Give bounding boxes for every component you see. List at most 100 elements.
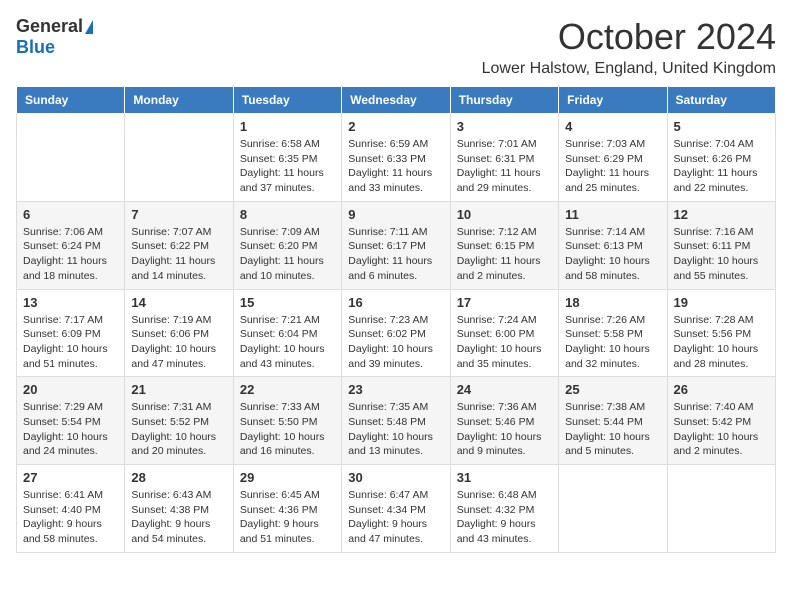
calendar-cell: 22 Sunrise: 7:33 AM Sunset: 5:50 PM Dayli… — [233, 377, 341, 465]
location-subtitle: Lower Halstow, England, United Kingdom — [482, 60, 776, 78]
day-content: Sunrise: 6:43 AM Sunset: 4:38 PM Dayligh… — [131, 488, 226, 547]
calendar-cell: 4Sunrise: 7:03 AM Sunset: 6:29 PM Daylig… — [559, 114, 667, 202]
day-content: Sunrise: 7:28 AM Sunset: 5:56 PM Dayligh… — [674, 313, 769, 372]
calendar-cell: 5 Sunrise: 7:04 AM Sunset: 6:26 PM Daylig… — [667, 114, 775, 202]
header-row: Sunday Monday Tuesday Wednesday Thursday… — [17, 87, 776, 114]
calendar-cell: 1Sunrise: 6:58 AM Sunset: 6:35 PM Daylig… — [233, 114, 341, 202]
day-number: 9 — [348, 207, 443, 222]
day-content: Sunrise: 6:45 AM Sunset: 4:36 PM Dayligh… — [240, 488, 335, 547]
calendar-cell: 31Sunrise: 6:48 AM Sunset: 4:32 PM Dayli… — [450, 465, 558, 553]
logo-general-text: General — [16, 16, 83, 37]
day-content: Sunrise: 7:35 AM Sunset: 5:48 PM Dayligh… — [348, 400, 443, 459]
day-number: 13 — [23, 295, 118, 310]
day-number: 23 — [348, 382, 443, 397]
calendar-cell: 9 Sunrise: 7:11 AM Sunset: 6:17 PM Daylig… — [342, 201, 450, 289]
month-title: October 2024 — [482, 16, 776, 58]
day-number: 21 — [131, 382, 226, 397]
day-content: Sunrise: 6:58 AM Sunset: 6:35 PM Dayligh… — [240, 137, 335, 196]
page-header: General Blue October 2024 Lower Halstow,… — [16, 16, 776, 78]
day-number: 27 — [23, 470, 118, 485]
calendar-week-row: 6 Sunrise: 7:06 AM Sunset: 6:24 PM Daylig… — [17, 201, 776, 289]
calendar-week-row: 27 Sunrise: 6:41 AM Sunset: 4:40 PM Dayli… — [17, 465, 776, 553]
day-number: 20 — [23, 382, 118, 397]
day-number: 12 — [674, 207, 769, 222]
day-content: Sunrise: 7:40 AM Sunset: 5:42 PM Dayligh… — [674, 400, 769, 459]
day-content: Sunrise: 7:11 AM Sunset: 6:17 PM Dayligh… — [348, 225, 443, 284]
day-content: Sunrise: 7:24 AM Sunset: 6:00 PM Dayligh… — [457, 313, 552, 372]
calendar-cell: 10 Sunrise: 7:12 AM Sunset: 6:15 PM Dayli… — [450, 201, 558, 289]
day-content: Sunrise: 6:47 AM Sunset: 4:34 PM Dayligh… — [348, 488, 443, 547]
day-content: Sunrise: 6:48 AM Sunset: 4:32 PM Dayligh… — [457, 488, 552, 547]
calendar-cell — [667, 465, 775, 553]
calendar-cell: 18 Sunrise: 7:26 AM Sunset: 5:58 PM Dayli… — [559, 289, 667, 377]
calendar-week-row: 20Sunrise: 7:29 AM Sunset: 5:54 PM Dayli… — [17, 377, 776, 465]
day-number: 22 — [240, 382, 335, 397]
calendar-table: Sunday Monday Tuesday Wednesday Thursday… — [16, 86, 776, 553]
header-friday: Friday — [559, 87, 667, 114]
day-content: Sunrise: 6:41 AM Sunset: 4:40 PM Dayligh… — [23, 488, 118, 547]
day-number: 28 — [131, 470, 226, 485]
day-number: 16 — [348, 295, 443, 310]
calendar-cell — [17, 114, 125, 202]
day-number: 18 — [565, 295, 660, 310]
day-content: Sunrise: 7:14 AM Sunset: 6:13 PM Dayligh… — [565, 225, 660, 284]
day-content: Sunrise: 7:06 AM Sunset: 6:24 PM Dayligh… — [23, 225, 118, 284]
day-content: Sunrise: 7:12 AM Sunset: 6:15 PM Dayligh… — [457, 225, 552, 284]
calendar-cell: 25 Sunrise: 7:38 AM Sunset: 5:44 PM Dayli… — [559, 377, 667, 465]
header-monday: Monday — [125, 87, 233, 114]
calendar-cell: 7 Sunrise: 7:07 AM Sunset: 6:22 PM Daylig… — [125, 201, 233, 289]
day-content: Sunrise: 7:31 AM Sunset: 5:52 PM Dayligh… — [131, 400, 226, 459]
calendar-body: 1Sunrise: 6:58 AM Sunset: 6:35 PM Daylig… — [17, 114, 776, 553]
day-number: 10 — [457, 207, 552, 222]
day-number: 7 — [131, 207, 226, 222]
calendar-cell: 12 Sunrise: 7:16 AM Sunset: 6:11 PM Dayli… — [667, 201, 775, 289]
calendar-cell — [125, 114, 233, 202]
calendar-cell: 27 Sunrise: 6:41 AM Sunset: 4:40 PM Dayli… — [17, 465, 125, 553]
day-content: Sunrise: 7:07 AM Sunset: 6:22 PM Dayligh… — [131, 225, 226, 284]
logo: General Blue — [16, 16, 93, 58]
header-saturday: Saturday — [667, 87, 775, 114]
day-number: 29 — [240, 470, 335, 485]
header-wednesday: Wednesday — [342, 87, 450, 114]
day-content: Sunrise: 7:21 AM Sunset: 6:04 PM Dayligh… — [240, 313, 335, 372]
day-content: Sunrise: 7:16 AM Sunset: 6:11 PM Dayligh… — [674, 225, 769, 284]
day-content: Sunrise: 7:26 AM Sunset: 5:58 PM Dayligh… — [565, 313, 660, 372]
day-number: 25 — [565, 382, 660, 397]
calendar-cell: 15 Sunrise: 7:21 AM Sunset: 6:04 PM Dayli… — [233, 289, 341, 377]
calendar-cell: 3Sunrise: 7:01 AM Sunset: 6:31 PM Daylig… — [450, 114, 558, 202]
calendar-cell: 2Sunrise: 6:59 AM Sunset: 6:33 PM Daylig… — [342, 114, 450, 202]
day-number: 4 — [565, 119, 660, 134]
calendar-cell: 13 Sunrise: 7:17 AM Sunset: 6:09 PM Dayli… — [17, 289, 125, 377]
day-number: 5 — [674, 119, 769, 134]
calendar-cell: 21 Sunrise: 7:31 AM Sunset: 5:52 PM Dayli… — [125, 377, 233, 465]
header-tuesday: Tuesday — [233, 87, 341, 114]
calendar-cell: 8Sunrise: 7:09 AM Sunset: 6:20 PM Daylig… — [233, 201, 341, 289]
day-number: 15 — [240, 295, 335, 310]
calendar-cell: 17Sunrise: 7:24 AM Sunset: 6:00 PM Dayli… — [450, 289, 558, 377]
day-number: 24 — [457, 382, 552, 397]
calendar-cell: 29 Sunrise: 6:45 AM Sunset: 4:36 PM Dayli… — [233, 465, 341, 553]
title-section: October 2024 Lower Halstow, England, Uni… — [482, 16, 776, 78]
day-content: Sunrise: 7:38 AM Sunset: 5:44 PM Dayligh… — [565, 400, 660, 459]
calendar-cell: 24 Sunrise: 7:36 AM Sunset: 5:46 PM Dayli… — [450, 377, 558, 465]
calendar-cell: 26Sunrise: 7:40 AM Sunset: 5:42 PM Dayli… — [667, 377, 775, 465]
day-content: Sunrise: 7:17 AM Sunset: 6:09 PM Dayligh… — [23, 313, 118, 372]
day-content: Sunrise: 7:23 AM Sunset: 6:02 PM Dayligh… — [348, 313, 443, 372]
header-thursday: Thursday — [450, 87, 558, 114]
calendar-cell: 30 Sunrise: 6:47 AM Sunset: 4:34 PM Dayli… — [342, 465, 450, 553]
day-content: Sunrise: 7:01 AM Sunset: 6:31 PM Dayligh… — [457, 137, 552, 196]
day-number: 19 — [674, 295, 769, 310]
day-number: 14 — [131, 295, 226, 310]
calendar-cell: 19 Sunrise: 7:28 AM Sunset: 5:56 PM Dayli… — [667, 289, 775, 377]
day-content: Sunrise: 7:33 AM Sunset: 5:50 PM Dayligh… — [240, 400, 335, 459]
header-sunday: Sunday — [17, 87, 125, 114]
day-number: 6 — [23, 207, 118, 222]
calendar-cell: 28 Sunrise: 6:43 AM Sunset: 4:38 PM Dayli… — [125, 465, 233, 553]
calendar-cell: 11Sunrise: 7:14 AM Sunset: 6:13 PM Dayli… — [559, 201, 667, 289]
calendar-cell: 6 Sunrise: 7:06 AM Sunset: 6:24 PM Daylig… — [17, 201, 125, 289]
day-number: 30 — [348, 470, 443, 485]
calendar-cell — [559, 465, 667, 553]
day-content: Sunrise: 7:04 AM Sunset: 6:26 PM Dayligh… — [674, 137, 769, 196]
day-content: Sunrise: 7:36 AM Sunset: 5:46 PM Dayligh… — [457, 400, 552, 459]
logo-blue-text: Blue — [16, 37, 55, 58]
